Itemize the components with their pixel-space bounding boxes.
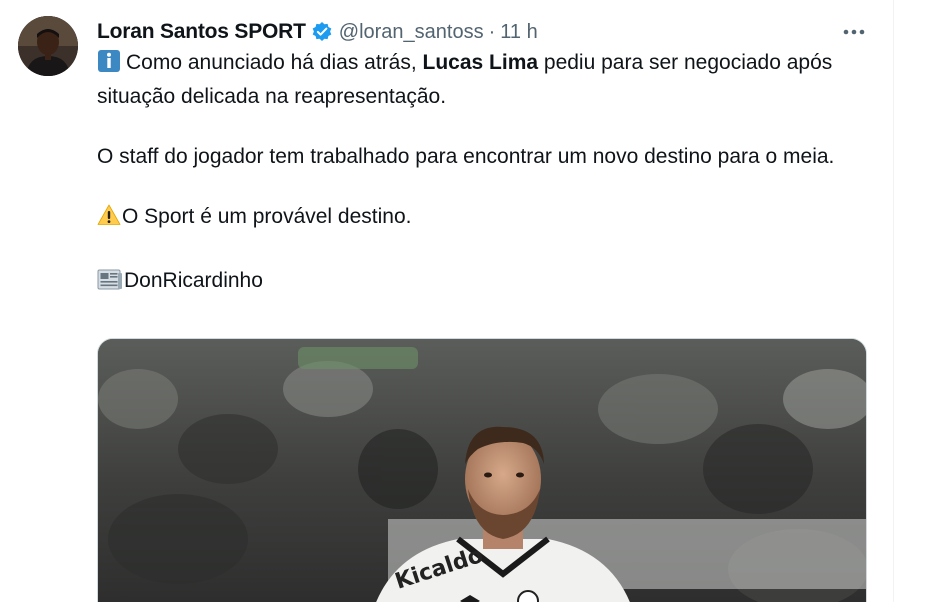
tweet-paragraph-2: O staff do jogador tem trabalhado para e… [97,145,835,168]
more-options-icon[interactable] [840,20,868,44]
tweet-text: Como anunciado há dias atrás, Lucas Lima… [97,48,867,300]
author-name[interactable]: Loran Santos SPORT [97,20,306,44]
tweet-card[interactable]: Loran Santos SPORT @loran_santoss · 11 h… [0,0,894,602]
tweet-header: Loran Santos SPORT @loran_santoss · 11 h [97,18,538,46]
tweet-text-destination: O Sport é um provável destino. [122,205,412,228]
info-icon [97,49,121,82]
newspaper-icon [97,267,123,300]
player-photo: Kicaldo [98,339,866,602]
tweet-paragraph-4: DonRicardinho [97,266,867,300]
tweet-paragraph-1: Como anunciado há dias atrás, Lucas Lima… [97,48,867,112]
avatar-image [18,16,78,76]
warning-icon [97,203,121,236]
tweet-media-photo[interactable]: Kicaldo [97,338,867,602]
tweet-text-source: DonRicardinho [124,269,263,292]
tweet-paragraph-3: O Sport é um provável destino. [97,202,867,236]
header-separator: · [488,20,496,43]
tweet-timestamp[interactable]: 11 h [500,21,537,44]
tweet-text-intro: Como anunciado há dias atrás, [126,51,423,74]
author-handle[interactable]: @loran_santoss [339,21,484,44]
author-avatar[interactable] [18,16,78,76]
verified-badge-icon[interactable] [311,21,333,43]
tweet-text-player-name: Lucas Lima [422,51,539,74]
